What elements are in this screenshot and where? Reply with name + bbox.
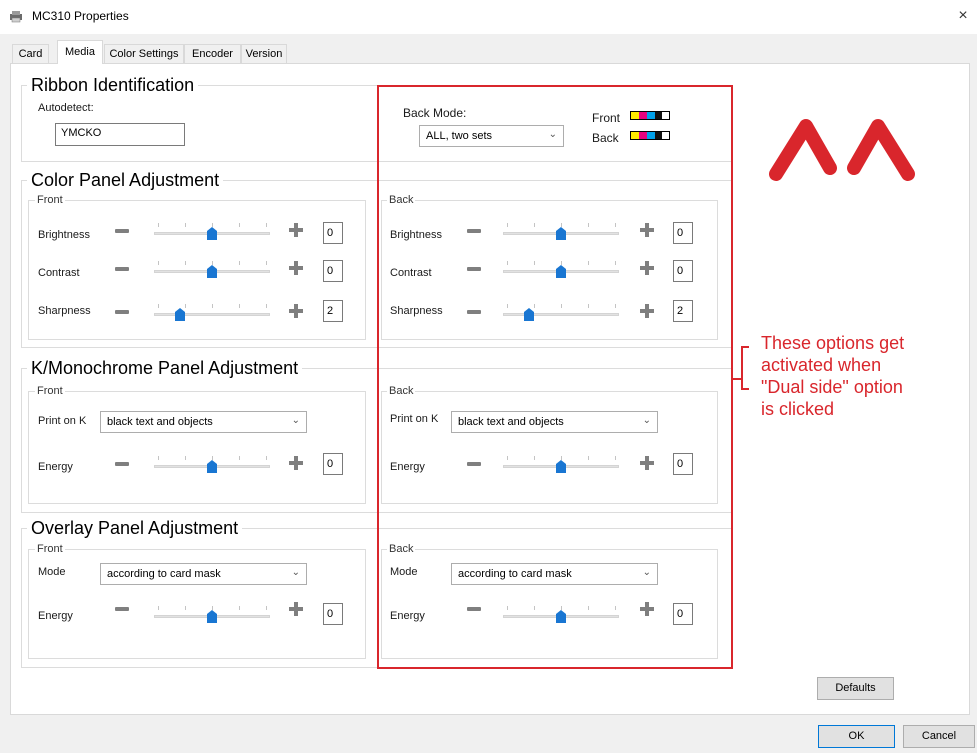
- color-front-contrast-slider[interactable]: [152, 259, 272, 281]
- autodetect-label: Autodetect:: [38, 102, 94, 114]
- color-front-sharpness-value[interactable]: 2: [323, 300, 343, 322]
- k-panel-title: K/Monochrome Panel Adjustment: [27, 358, 303, 378]
- color-front-sharpness-label: Sharpness: [38, 305, 91, 317]
- color-front-sharpness-increase-button[interactable]: [289, 304, 303, 318]
- tab-media[interactable]: Media: [57, 40, 103, 64]
- chevron-down-icon: ⌄: [291, 415, 300, 426]
- annotation-bracket: [741, 346, 743, 390]
- k-front-energy-decrease-button[interactable]: [115, 462, 129, 466]
- cancel-button[interactable]: Cancel: [903, 725, 975, 748]
- color-front-brightness-slider[interactable]: [152, 221, 272, 243]
- tab-encoder[interactable]: Encoder: [184, 44, 241, 63]
- slider-tick: [266, 606, 267, 610]
- close-button[interactable]: ×: [952, 5, 974, 27]
- slider-tick: [239, 304, 240, 308]
- color-front-brightness-decrease-button[interactable]: [115, 229, 129, 233]
- window-title: MC310 Properties: [32, 9, 129, 23]
- chevron-down-icon: ⌄: [291, 567, 300, 578]
- color-front-sharpness-decrease-button[interactable]: [115, 310, 129, 314]
- overlay-front-energy-value[interactable]: 0: [323, 603, 343, 625]
- slider-tick: [185, 304, 186, 308]
- slider-tick: [266, 261, 267, 265]
- color-front-brightness-label: Brightness: [38, 229, 90, 241]
- overlay-front-mode-value: according to card mask: [107, 568, 221, 580]
- brand-logo-icon: [769, 119, 915, 181]
- annotation-bracket-bottom: [741, 388, 749, 390]
- k-front-energy-increase-button[interactable]: [289, 456, 303, 470]
- slider-tick: [239, 223, 240, 227]
- slider-tick: [266, 223, 267, 227]
- color-front-brightness-value[interactable]: 0: [323, 222, 343, 244]
- k-front-print-on-k-select[interactable]: black text and objects ⌄: [100, 411, 307, 433]
- k-front-energy-value[interactable]: 0: [323, 453, 343, 475]
- color-front-contrast-label: Contrast: [38, 267, 80, 279]
- slider-tick: [239, 456, 240, 460]
- k-front-group: [28, 391, 366, 504]
- tab-card[interactable]: Card: [12, 44, 49, 63]
- ok-button[interactable]: OK: [818, 725, 895, 748]
- k-front-energy-slider[interactable]: [152, 454, 272, 476]
- slider-tick: [185, 456, 186, 460]
- defaults-button[interactable]: Defaults: [817, 677, 894, 700]
- color-front-sharpness-slider[interactable]: [152, 302, 272, 324]
- slider-thumb[interactable]: [174, 308, 185, 321]
- slider-tick: [158, 261, 159, 265]
- slider-tick: [266, 304, 267, 308]
- slider-tick: [185, 261, 186, 265]
- slider-tick: [212, 304, 213, 308]
- overlay-front-energy-label: Energy: [38, 610, 73, 622]
- slider-thumb[interactable]: [207, 265, 217, 278]
- overlay-front-mode-select[interactable]: according to card mask ⌄: [100, 563, 307, 585]
- color-front-contrast-increase-button[interactable]: [289, 261, 303, 275]
- title-bar: [0, 0, 977, 34]
- overlay-front-energy-decrease-button[interactable]: [115, 607, 129, 611]
- slider-tick: [239, 606, 240, 610]
- k-front-title: Front: [35, 385, 65, 397]
- color-front-contrast-value[interactable]: 0: [323, 260, 343, 282]
- slider-tick: [158, 223, 159, 227]
- slider-tick: [239, 261, 240, 265]
- slider-tick: [158, 456, 159, 460]
- dual-side-highlight-box: [377, 85, 733, 669]
- printer-icon: [10, 11, 22, 23]
- color-front-contrast-decrease-button[interactable]: [115, 267, 129, 271]
- slider-thumb[interactable]: [207, 460, 217, 473]
- slider-thumb[interactable]: [207, 610, 217, 623]
- overlay-front-energy-slider[interactable]: [152, 604, 272, 626]
- overlay-front-energy-increase-button[interactable]: [289, 602, 303, 616]
- color-panel-title: Color Panel Adjustment: [27, 170, 224, 190]
- color-front-title: Front: [35, 194, 65, 206]
- slider-tick: [158, 606, 159, 610]
- ribbon-identification-title: Ribbon Identification: [27, 75, 199, 95]
- k-front-energy-label: Energy: [38, 461, 73, 473]
- slider-tick: [185, 606, 186, 610]
- color-front-brightness-increase-button[interactable]: [289, 223, 303, 237]
- k-front-print-on-k-value: black text and objects: [107, 416, 213, 428]
- slider-track: [154, 313, 270, 316]
- slider-tick: [185, 223, 186, 227]
- overlay-front-mode-label: Mode: [38, 566, 66, 578]
- autodetect-field[interactable]: YMCKO: [55, 123, 185, 146]
- tab-version[interactable]: Version: [241, 44, 287, 63]
- slider-tick: [158, 304, 159, 308]
- overlay-panel-title: Overlay Panel Adjustment: [27, 518, 243, 538]
- slider-thumb[interactable]: [207, 227, 217, 240]
- annotation-bracket-top: [741, 346, 749, 348]
- tab-color-settings[interactable]: Color Settings: [104, 44, 184, 63]
- k-front-print-on-k-label: Print on K: [38, 415, 87, 427]
- overlay-front-title: Front: [35, 543, 65, 555]
- dual-side-annotation: These options get activated when "Dual s…: [761, 333, 905, 419]
- slider-tick: [266, 456, 267, 460]
